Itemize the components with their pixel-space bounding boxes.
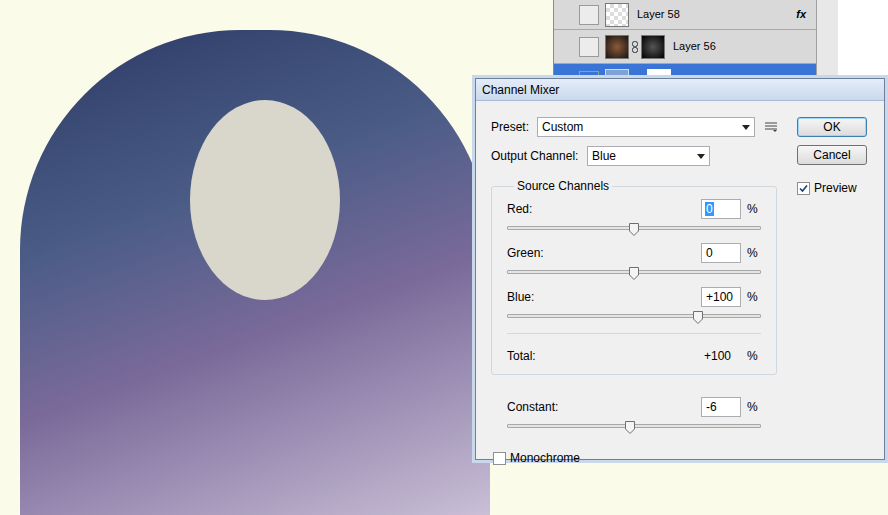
channel-value-input[interactable]: +100 — [701, 287, 741, 307]
monochrome-option[interactable]: Monochrome — [491, 449, 778, 467]
source-channels-group: Source ChannelsRed:0%Green:0%Blue:+100%T… — [491, 177, 777, 375]
constant-label: Constant: — [507, 398, 701, 416]
layer-row[interactable]: Layer 56 — [554, 30, 816, 64]
channel-mixer-dialog: Channel Mixer Preset:Custom Output Channel… — [475, 78, 885, 460]
channel-row: Red:0% — [507, 199, 761, 243]
dialog-button[interactable]: OK — [797, 117, 867, 137]
layer-name: Layer 58 — [637, 6, 680, 23]
constant-slider[interactable] — [507, 421, 761, 435]
channel-slider[interactable] — [507, 223, 761, 237]
channel-value-input[interactable]: 0 — [701, 243, 741, 263]
chain-link-icon — [632, 41, 638, 53]
slider-thumb-icon[interactable] — [693, 311, 703, 324]
channel-row: Green:0% — [507, 243, 761, 287]
total-row: Total:+100% — [507, 346, 761, 366]
slider-thumb-icon[interactable] — [625, 421, 635, 434]
slider-thumb-icon[interactable] — [629, 267, 639, 280]
layer-row[interactable]: Layer 58 fx — [554, 0, 816, 30]
output-channel-label: Output Channel: — [491, 147, 587, 165]
title-bar[interactable]: Channel Mixer — [476, 79, 884, 101]
layer-thumbnail — [605, 3, 629, 27]
monochrome-checkbox[interactable] — [493, 452, 506, 465]
preset-menu-icon[interactable] — [765, 122, 777, 132]
visibility-toggle[interactable] — [579, 5, 599, 25]
output-channel-select[interactable]: Blue — [587, 146, 710, 166]
source-channels-title: Source Channels — [514, 177, 612, 195]
photoshop-screen: Layer 58 fx Layer 56 Channel Mixer Preset:Cu… — [0, 0, 888, 515]
preset-select[interactable]: Custom — [537, 117, 755, 137]
layer-name: Layer 56 — [673, 38, 716, 55]
preview-checkbox[interactable] — [797, 182, 810, 195]
constant-value-input[interactable]: -6 — [701, 397, 741, 417]
artwork-photo — [20, 30, 490, 515]
channel-row: Blue:+100% — [507, 287, 761, 331]
layer-thumbnail — [605, 35, 629, 59]
dropdown-arrow-icon — [742, 125, 750, 130]
slider-thumb-icon[interactable] — [629, 223, 639, 236]
dropdown-arrow-icon — [697, 154, 705, 159]
channel-label: Green: — [507, 244, 701, 262]
constant-row: Constant:-6% — [491, 397, 777, 435]
channel-slider[interactable] — [507, 311, 761, 325]
channel-label: Blue: — [507, 288, 701, 306]
preview-option[interactable]: Preview — [797, 179, 867, 197]
check-icon — [799, 184, 808, 193]
unit-label: % — [747, 200, 761, 218]
channel-label: Red: — [507, 200, 701, 218]
dialog-button[interactable]: Cancel — [797, 145, 867, 165]
unit-label: % — [747, 288, 761, 306]
channel-value-input[interactable]: 0 — [701, 199, 741, 219]
preset-label: Preset: — [491, 118, 537, 136]
total-separator — [507, 333, 761, 334]
layer-fx-badge[interactable]: fx — [796, 6, 806, 23]
visibility-toggle[interactable] — [579, 37, 599, 57]
layer-mask-thumbnail — [641, 35, 665, 59]
channel-slider[interactable] — [507, 267, 761, 281]
unit-label: % — [747, 244, 761, 262]
